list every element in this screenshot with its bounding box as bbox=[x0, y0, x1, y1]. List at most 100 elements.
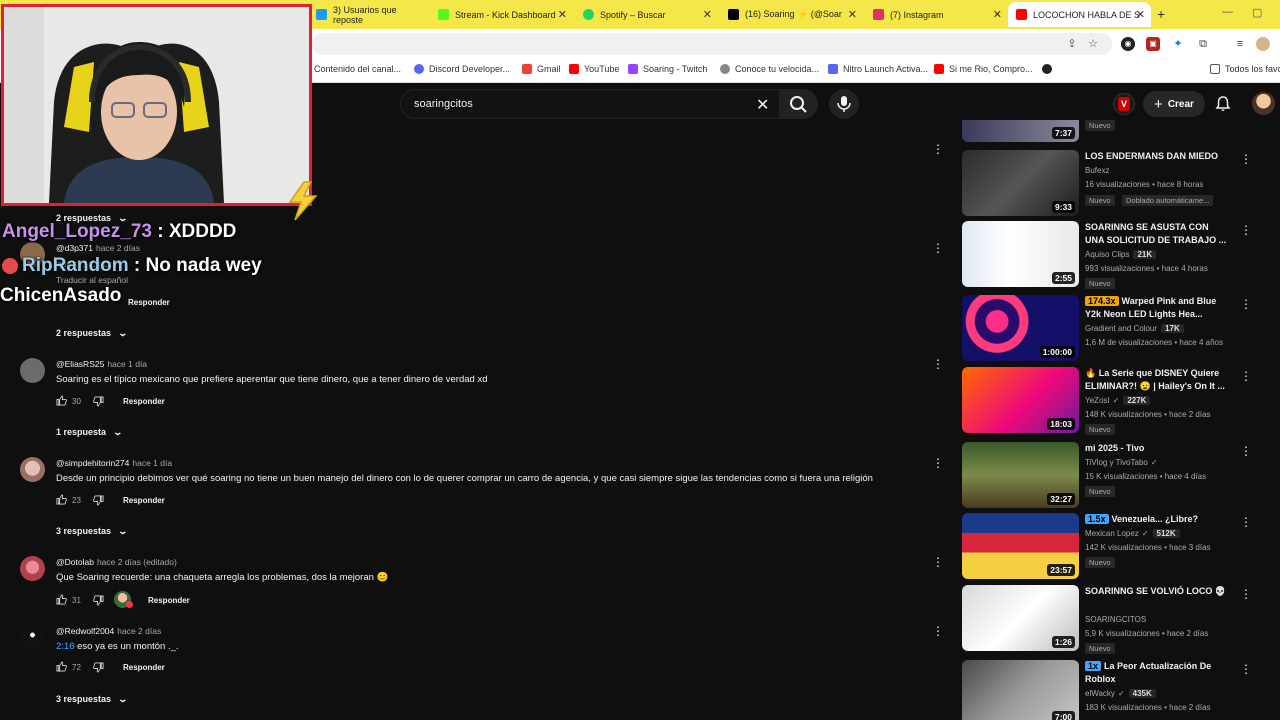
extensions-puzzle-icon[interactable]: ⧉ bbox=[1196, 37, 1210, 51]
browser-tab[interactable]: (7) Instagram ✕ bbox=[865, 2, 1008, 27]
video-menu-icon[interactable]: ⋮ bbox=[1240, 369, 1252, 383]
channel-name[interactable]: YeZosI ✓ 227K bbox=[1085, 396, 1151, 405]
channel-name[interactable]: Bufexz bbox=[1085, 166, 1109, 175]
view-replies-button[interactable]: 3 respuestas ⌄ bbox=[56, 526, 128, 537]
comment-avatar[interactable] bbox=[20, 625, 45, 650]
comment-author[interactable]: @Dotolab bbox=[56, 557, 94, 567]
recommended-video[interactable]: 1:26 SOARINNG SE VOLVIÓ LOCO 💀 SOARINGCI… bbox=[962, 585, 1262, 654]
dislike-icon[interactable] bbox=[93, 495, 104, 506]
tab-close-icon[interactable]: ✕ bbox=[703, 8, 712, 21]
view-replies-button[interactable]: 3 respuestas ⌄ bbox=[56, 694, 128, 705]
timestamp-link[interactable]: 2:16 bbox=[56, 641, 75, 652]
recommended-video[interactable]: 32:27 mi 2025 - Tivo TiVlog y TivoTabo ✓ … bbox=[962, 442, 1262, 510]
voice-search-button[interactable] bbox=[829, 89, 859, 119]
reply-button[interactable]: Responder bbox=[123, 397, 165, 406]
reading-list-icon[interactable]: ≡ bbox=[1233, 37, 1247, 51]
channel-name[interactable]: TiVlog y TivoTabo ✓ bbox=[1085, 458, 1158, 467]
video-thumbnail[interactable]: 2:55 bbox=[962, 221, 1079, 287]
view-replies-button[interactable]: 2 respuestas ⌄ bbox=[56, 328, 128, 339]
tab-close-icon[interactable]: ✕ bbox=[558, 8, 567, 21]
comment-menu-icon[interactable]: ⋮ bbox=[932, 358, 944, 370]
bookmark-item[interactable]: Contenido del canal... bbox=[314, 64, 401, 74]
video-thumbnail[interactable]: 7:00 bbox=[962, 660, 1079, 720]
extension-icon[interactable]: ◉ bbox=[1121, 37, 1135, 51]
video-title[interactable]: SOARINNG SE VOLVIÓ LOCO 💀 bbox=[1085, 585, 1230, 598]
recommended-video[interactable]: 18:03 🔥 La Serie que DISNEY Quiere ELIMI… bbox=[962, 367, 1262, 435]
tab-close-icon[interactable]: ✕ bbox=[993, 8, 1002, 21]
view-replies-button[interactable]: 1 respuesta ⌄ bbox=[56, 427, 123, 438]
video-menu-icon[interactable]: ⋮ bbox=[1240, 297, 1252, 311]
recommended-video[interactable]: 7:00 1x La Peor Actualización De Roblox e… bbox=[962, 660, 1262, 720]
new-tab-icon[interactable]: + bbox=[1157, 6, 1165, 22]
video-title[interactable]: 🔥 La Serie que DISNEY Quiere ELIMINAR?! … bbox=[1085, 367, 1230, 393]
bookmark-item[interactable]: YouTube bbox=[569, 64, 619, 74]
video-title[interactable]: mi 2025 - Tivo bbox=[1085, 442, 1230, 455]
extension-icon[interactable]: ✦ bbox=[1171, 37, 1185, 51]
vpn-extension-button[interactable]: V bbox=[1113, 93, 1135, 115]
comment-author[interactable]: @d3p371 bbox=[56, 243, 93, 253]
install-app-icon[interactable]: ⇪ bbox=[1065, 37, 1079, 51]
channel-name[interactable]: SOARINGCITOS bbox=[1085, 615, 1146, 624]
search-button[interactable] bbox=[780, 89, 818, 119]
maximize-icon[interactable]: ▢ bbox=[1252, 6, 1262, 19]
video-title[interactable]: SOARINNG SE ASUSTA CON UNA SOLICITUD DE … bbox=[1085, 221, 1230, 247]
notifications-bell-icon[interactable] bbox=[1213, 94, 1233, 114]
video-menu-icon[interactable]: ⋮ bbox=[1240, 152, 1252, 166]
recommended-video[interactable]: 2:55 SOARINNG SE ASUSTA CON UNA SOLICITU… bbox=[962, 221, 1262, 289]
recommended-video[interactable]: 23:57 1.5x Venezuela... ¿Libre? Mexican L… bbox=[962, 513, 1262, 581]
browser-tab-active[interactable]: LOCOCHON HABLA DE S ✕ bbox=[1008, 2, 1151, 27]
dislike-icon[interactable] bbox=[93, 595, 104, 606]
video-thumbnail[interactable]: 18:03 bbox=[962, 367, 1079, 433]
video-title[interactable]: 174.3x Warped Pink and Blue Y2k Neon LED … bbox=[1085, 295, 1230, 321]
tab-close-icon[interactable]: ✕ bbox=[848, 8, 857, 21]
extension-icon[interactable]: ▣ bbox=[1146, 37, 1160, 51]
bookmark-item[interactable]: Nitro Launch Activa... bbox=[828, 64, 928, 74]
video-thumbnail[interactable]: 1:26 bbox=[962, 585, 1079, 651]
address-bar[interactable] bbox=[312, 33, 1112, 55]
video-menu-icon[interactable]: ⋮ bbox=[1240, 587, 1252, 601]
create-button[interactable]: + Crear bbox=[1143, 91, 1205, 117]
bookmark-item[interactable]: Gmail bbox=[522, 64, 561, 74]
like-icon[interactable] bbox=[56, 395, 67, 406]
channel-name[interactable]: Gradient and Colour 17K bbox=[1085, 324, 1184, 333]
video-menu-icon[interactable]: ⋮ bbox=[1240, 662, 1252, 676]
dislike-icon[interactable] bbox=[93, 662, 104, 673]
clear-search-icon[interactable]: ✕ bbox=[756, 95, 769, 115]
account-avatar[interactable] bbox=[1252, 92, 1275, 115]
video-menu-icon[interactable]: ⋮ bbox=[1240, 515, 1252, 529]
bookmark-item[interactable]: Soaring - Twitch bbox=[628, 64, 707, 74]
channel-name[interactable]: Aquiso Clips 21K bbox=[1085, 250, 1157, 259]
video-menu-icon[interactable]: ⋮ bbox=[1240, 444, 1252, 458]
comment-author[interactable]: @simpdehitorin274 bbox=[56, 458, 129, 468]
profile-avatar[interactable] bbox=[1256, 37, 1270, 51]
recommended-video[interactable]: 7:37 Nuevo bbox=[962, 120, 1262, 142]
bookmark-item[interactable] bbox=[1042, 64, 1057, 74]
comment-menu-icon[interactable]: ⋮ bbox=[932, 457, 944, 469]
like-icon[interactable] bbox=[56, 494, 67, 505]
bookmark-item[interactable]: Discord Developer... bbox=[414, 64, 510, 74]
comment-author[interactable]: @EliasRS25 bbox=[56, 359, 104, 369]
comment-avatar[interactable] bbox=[20, 457, 45, 482]
bookmark-star-icon[interactable]: ☆ bbox=[1086, 37, 1100, 51]
like-icon[interactable] bbox=[56, 661, 67, 672]
browser-tab[interactable]: 3) Usuarios que reposte bbox=[308, 2, 428, 27]
comment-author[interactable]: @Redwolf2004 bbox=[56, 626, 114, 636]
reply-button[interactable]: Responder bbox=[123, 496, 165, 505]
like-icon[interactable] bbox=[56, 594, 67, 605]
reply-button[interactable]: Responder bbox=[123, 663, 165, 672]
channel-name[interactable]: Mexican Lopez ✓ 512K bbox=[1085, 529, 1180, 538]
video-thumbnail[interactable]: 32:27 bbox=[962, 442, 1079, 508]
video-menu-icon[interactable]: ⋮ bbox=[1240, 223, 1252, 237]
browser-tab[interactable]: Spotify – Buscar ✕ bbox=[575, 2, 718, 27]
comment-menu-icon[interactable]: ⋮ bbox=[932, 625, 944, 637]
bookmark-item[interactable]: Conoce tu velocida... bbox=[720, 64, 819, 74]
video-thumbnail[interactable]: 1:00:00 bbox=[962, 295, 1079, 361]
recommended-video[interactable]: 9:33 LOS ENDERMANS DAN MIEDO Bufexz 16 v… bbox=[962, 150, 1262, 218]
video-title[interactable]: LOS ENDERMANS DAN MIEDO bbox=[1085, 150, 1230, 163]
video-thumbnail[interactable]: 7:37 bbox=[962, 120, 1079, 142]
comment-avatar[interactable] bbox=[20, 358, 45, 383]
video-title[interactable]: 1x La Peor Actualización De Roblox bbox=[1085, 660, 1230, 686]
comment-avatar[interactable] bbox=[20, 556, 45, 581]
dislike-icon[interactable] bbox=[93, 396, 104, 407]
comment-menu-icon[interactable]: ⋮ bbox=[932, 242, 944, 254]
